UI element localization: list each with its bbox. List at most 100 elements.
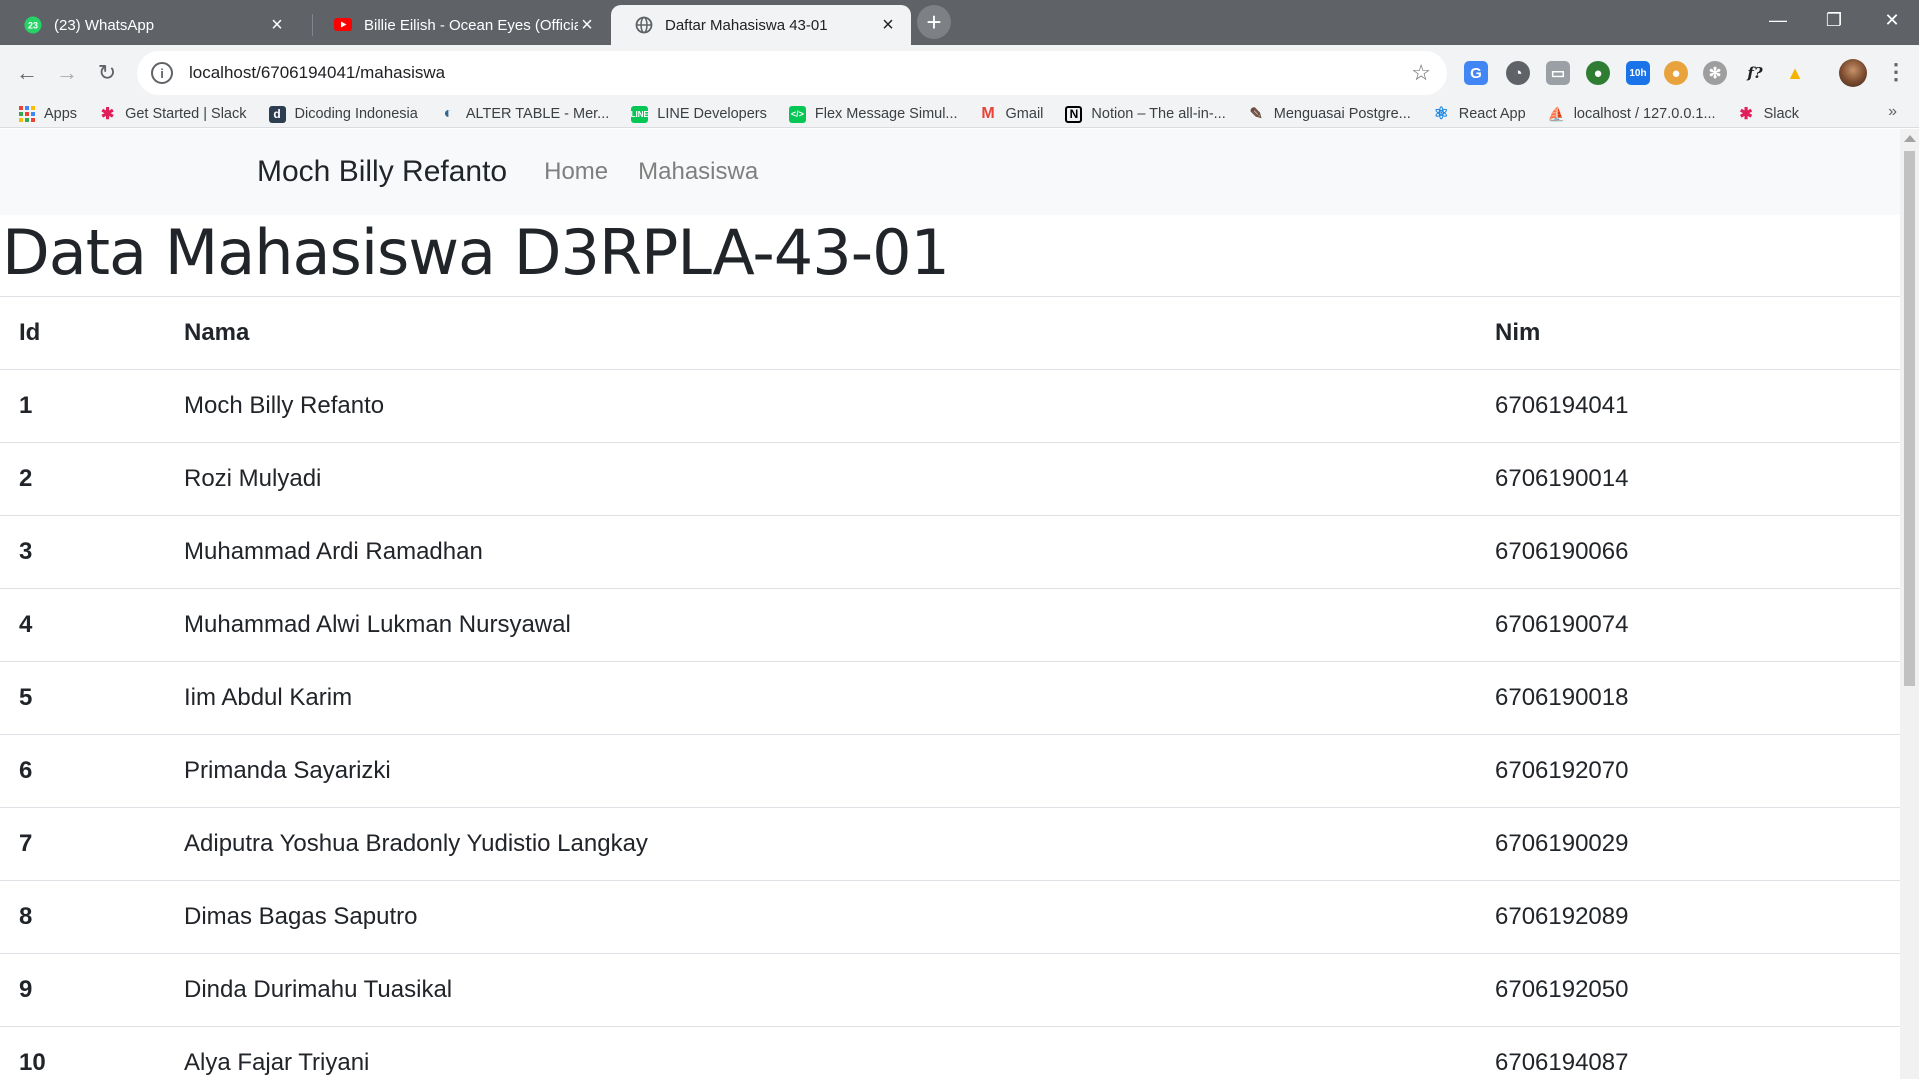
globe-extension-icon[interactable]: ●: [1586, 61, 1610, 85]
address-bar[interactable]: i ☆: [137, 51, 1447, 95]
cell-nama: Adiputra Yoshua Bradonly Yudistio Langka…: [165, 807, 1476, 881]
table-row: 2 Rozi Mulyadi 6706190014: [0, 442, 1900, 516]
navbar-brand[interactable]: Moch Billy Refanto: [257, 155, 507, 189]
table-header-row: Id Nama Nim: [0, 296, 1900, 370]
slack-icon: ✱: [100, 106, 115, 123]
tab-daftar-mahasiswa[interactable]: Daftar Mahasiswa 43-01 ×: [611, 5, 911, 45]
bookmark-flex-message[interactable]: </> Flex Message Simul...: [788, 105, 958, 123]
bookmark-gmail[interactable]: M Gmail: [980, 105, 1044, 123]
svg-text:23: 23: [28, 21, 38, 31]
drive-extension-icon[interactable]: ▲: [1783, 61, 1807, 85]
bookmark-label: Get Started | Slack: [125, 106, 247, 122]
cell-nama: Iim Abdul Karim: [165, 661, 1476, 735]
tab-whatsapp[interactable]: 23 (23) WhatsApp ×: [0, 5, 300, 45]
page-title: Data Mahasiswa D3RPLA-43-01: [2, 216, 950, 289]
cell-id: 4: [0, 588, 165, 662]
cell-nama: Primanda Sayarizki: [165, 734, 1476, 808]
reload-icon[interactable]: ↻: [89, 55, 125, 91]
tab-close-icon[interactable]: ×: [578, 14, 596, 37]
nav-link-mahasiswa[interactable]: Mahasiswa: [638, 158, 758, 186]
bookmark-line-developers[interactable]: LINE LINE Developers: [631, 105, 767, 123]
calendar-extension-icon[interactable]: 10h: [1626, 61, 1650, 85]
vertical-scrollbar[interactable]: [1900, 129, 1919, 1079]
tab-strip: 23 (23) WhatsApp × Billie Eilish - Ocean…: [0, 0, 1919, 45]
bookmark-apps[interactable]: Apps: [18, 106, 77, 123]
translate-extension-icon[interactable]: G: [1464, 61, 1488, 85]
bookmark-label: Flex Message Simul...: [814, 106, 958, 122]
restore-icon[interactable]: ❐: [1804, 0, 1864, 40]
table-row: 5 Iim Abdul Karim 6706190018: [0, 661, 1900, 735]
dicoding-icon: d: [268, 105, 286, 123]
bookmark-menguasai-postgre[interactable]: ✎ Menguasai Postgre...: [1248, 106, 1411, 123]
cell-nim: 6706192070: [1476, 734, 1900, 808]
bookmark-get-started-slack[interactable]: ✱ Get Started | Slack: [99, 106, 247, 123]
table-row: 10 Alya Fajar Triyani 6706194087: [0, 1026, 1900, 1079]
cell-id: 10: [0, 1026, 165, 1079]
window-close-icon[interactable]: ✕: [1862, 0, 1919, 40]
cast-extension-icon[interactable]: ▭: [1546, 61, 1570, 85]
bookmark-label: LINE Developers: [657, 106, 767, 122]
scroll-up-arrow-icon[interactable]: [1904, 135, 1916, 142]
column-header-nim: Nim: [1476, 296, 1900, 370]
bookmark-label: Dicoding Indonesia: [294, 106, 418, 122]
function-extension-icon[interactable]: f?: [1743, 61, 1767, 85]
cookie-extension-icon[interactable]: ●: [1664, 61, 1688, 85]
cell-nim: 6706190029: [1476, 807, 1900, 881]
cell-nama: Dimas Bagas Saputro: [165, 880, 1476, 954]
cell-nim: 6706194041: [1476, 369, 1900, 443]
bookmarks-overflow-icon[interactable]: »: [1888, 103, 1897, 121]
bookmark-alter-table[interactable]: ◐ ALTER TABLE - Mer...: [440, 105, 610, 123]
gear-extension-icon[interactable]: ✻: [1703, 61, 1727, 85]
cell-nim: 6706190018: [1476, 661, 1900, 735]
minimize-icon[interactable]: —: [1748, 0, 1808, 40]
feather-icon: ✎: [1249, 106, 1263, 123]
speed-extension-icon[interactable]: ◔: [1506, 61, 1530, 85]
profile-avatar[interactable]: [1839, 59, 1867, 87]
table-row: 9 Dinda Durimahu Tuasikal 6706192050: [0, 953, 1900, 1027]
nav-link-home[interactable]: Home: [544, 158, 608, 186]
tab-close-icon[interactable]: ×: [879, 14, 897, 37]
bookmark-localhost-phpmyadmin[interactable]: ⛵ localhost / 127.0.0.1...: [1547, 106, 1716, 123]
cell-id: 6: [0, 734, 165, 808]
line-icon: LINE: [631, 105, 649, 123]
bookmark-label: Gmail: [1005, 106, 1044, 122]
apps-grid-icon: [18, 106, 35, 123]
bookmark-label: Apps: [44, 106, 78, 122]
cell-id: 1: [0, 369, 165, 443]
cell-nim: 6706192089: [1476, 880, 1900, 954]
cell-nim: 6706190014: [1476, 442, 1900, 516]
slack-icon: ✱: [1739, 106, 1753, 123]
new-tab-button[interactable]: +: [917, 5, 951, 39]
site-info-icon[interactable]: i: [151, 62, 173, 84]
bookmark-slack[interactable]: ✱ Slack: [1738, 106, 1799, 123]
cell-id: 9: [0, 953, 165, 1027]
table-row: 4 Muhammad Alwi Lukman Nursyawal 6706190…: [0, 588, 1900, 662]
cell-id: 5: [0, 661, 165, 735]
forward-arrow-icon[interactable]: →: [49, 55, 85, 91]
tab-youtube[interactable]: Billie Eilish - Ocean Eyes (Official ×: [310, 5, 610, 45]
tab-close-icon[interactable]: ×: [268, 14, 286, 37]
site-navbar: Moch Billy Refanto Home Mahasiswa: [0, 129, 1900, 215]
cell-id: 7: [0, 807, 165, 881]
cell-nim: 6706194087: [1476, 1026, 1900, 1079]
url-input[interactable]: [187, 62, 1412, 84]
youtube-icon: [334, 16, 352, 34]
notion-icon: N: [1065, 105, 1083, 123]
cell-id: 3: [0, 515, 165, 589]
bookmark-star-icon[interactable]: ☆: [1411, 60, 1431, 86]
bookmark-react-app[interactable]: ⚛ React App: [1433, 104, 1526, 123]
bookmark-label: React App: [1458, 106, 1526, 122]
table-row: 6 Primanda Sayarizki 6706192070: [0, 734, 1900, 808]
cell-nama: Alya Fajar Triyani: [165, 1026, 1476, 1079]
back-arrow-icon[interactable]: ←: [9, 55, 45, 91]
extension-badge: 10h: [1629, 67, 1647, 79]
bookmark-label: ALTER TABLE - Mer...: [465, 106, 610, 122]
scrollbar-thumb[interactable]: [1904, 151, 1915, 686]
kebab-menu-icon[interactable]: ⋮: [1885, 57, 1907, 87]
bookmark-label: localhost / 127.0.0.1...: [1573, 106, 1716, 122]
bookmark-notion[interactable]: N Notion – The all-in-...: [1065, 105, 1226, 123]
bookmark-dicoding[interactable]: d Dicoding Indonesia: [268, 105, 418, 123]
browser-toolbar: ← → ↻ i ☆ G ◔ ▭ ● 10h ● ✻ f? ▲ ⋮: [0, 45, 1919, 101]
page-viewport: Moch Billy Refanto Home Mahasiswa Data M…: [0, 129, 1900, 1079]
table-row: 8 Dimas Bagas Saputro 6706192089: [0, 880, 1900, 954]
